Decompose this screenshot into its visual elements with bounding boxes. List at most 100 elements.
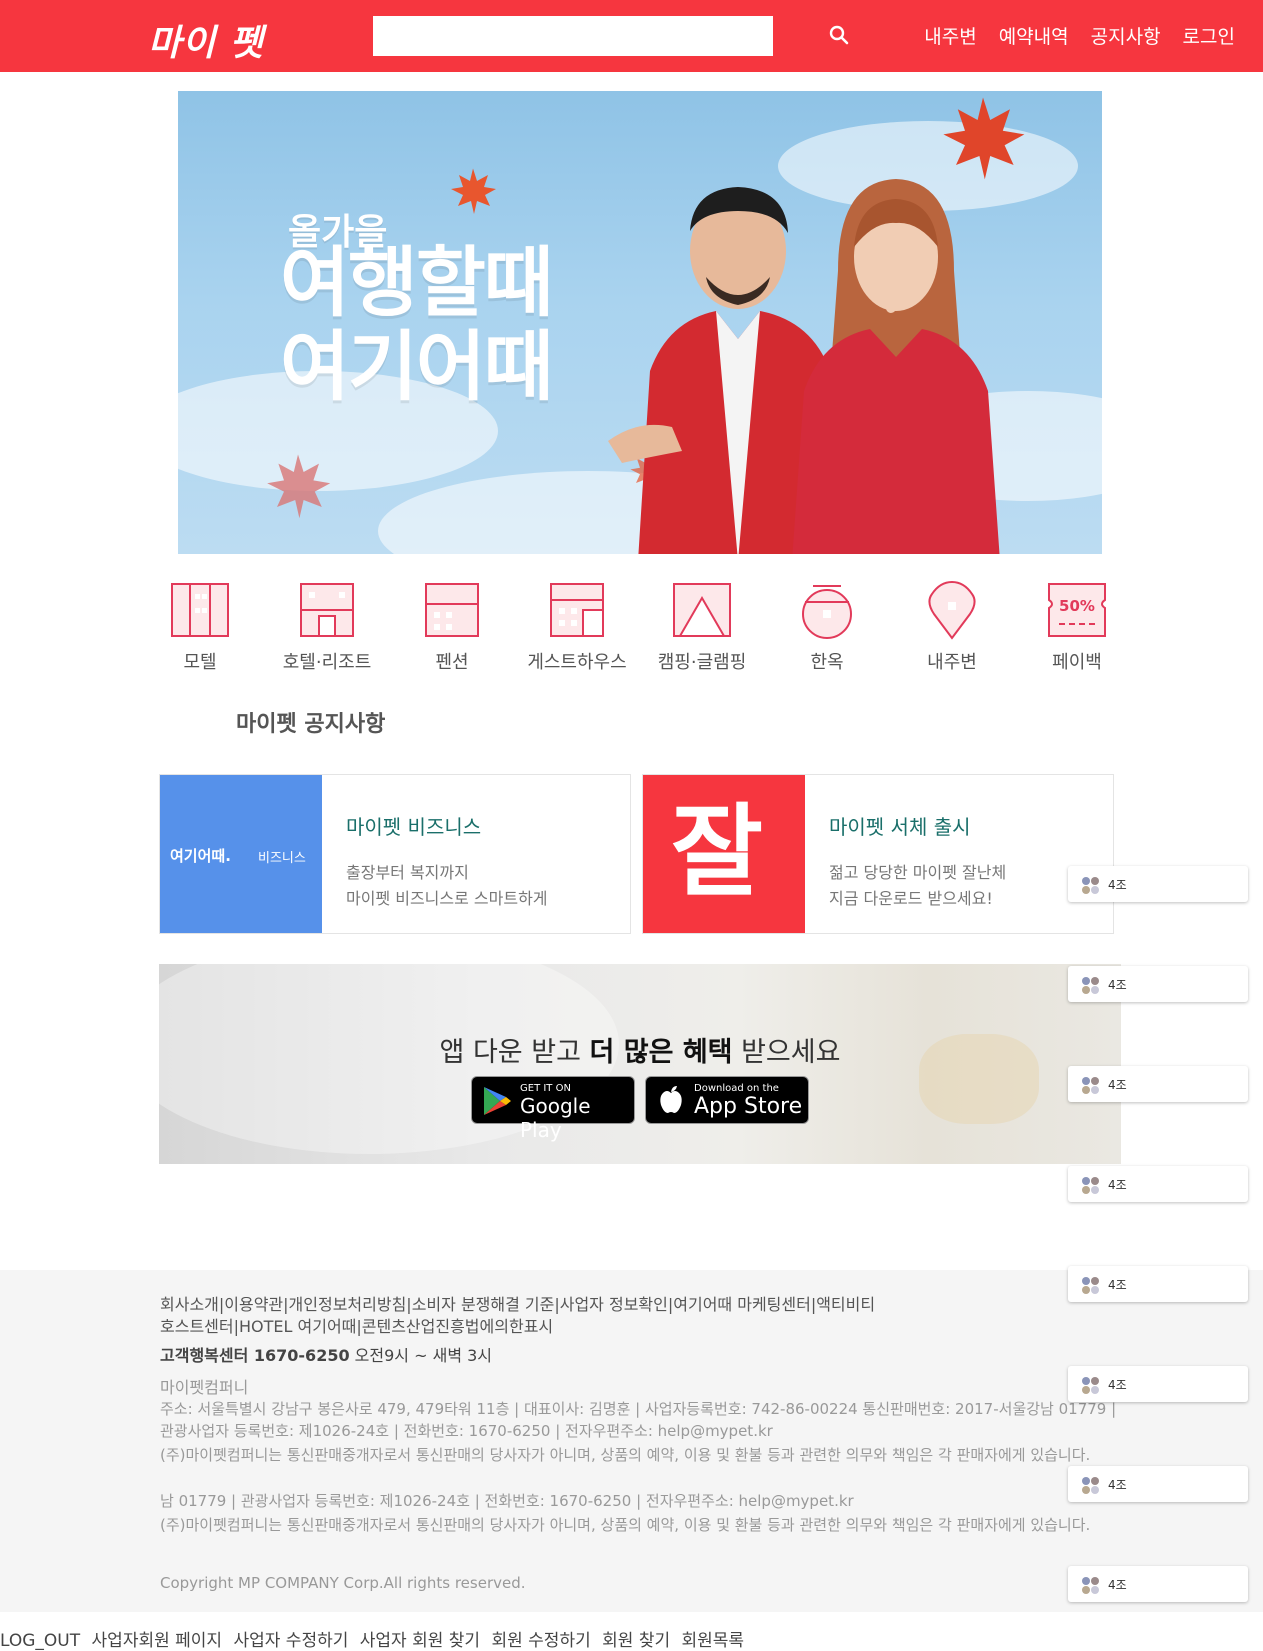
- hotel-icon: [300, 583, 354, 637]
- footer-disclaimer: (주)마이펫컴퍼니는 통신판매중개자로서 통신판매의 당사자가 아니며, 상품의…: [160, 1446, 1091, 1464]
- admin-links-bar: LOG_OUT 사업자회원 페이지 사업자 수정하기 사업자 회원 찾기 회원 …: [0, 1626, 750, 1651]
- site-footer: 회사소개|이용약관|개인정보처리방침|소비자 분쟁해결 기준|사업자 정보확인|…: [0, 1270, 1263, 1612]
- font-sample-char: 잘: [671, 793, 763, 910]
- banner-headline-line1: 여행할때: [280, 238, 554, 327]
- google-play-small: GET IT ON: [520, 1083, 571, 1094]
- team-badge-label: 4조: [1108, 1578, 1127, 1592]
- hanok-icon: [802, 585, 852, 639]
- guesthouse-icon: [550, 583, 604, 637]
- footer-company-name: 마이펫컴퍼니: [160, 1378, 249, 1397]
- admin-link-member-find[interactable]: 회원 찾기: [602, 1631, 670, 1651]
- category-label: 게스트하우스: [527, 652, 627, 673]
- app-store-button[interactable]: Download on the App Store: [645, 1076, 809, 1124]
- app-promo-bold: 더 많은 혜택: [589, 1037, 733, 1068]
- category-nearby[interactable]: 내주변: [890, 580, 1014, 674]
- admin-link-business-edit[interactable]: 사업자 수정하기: [233, 1631, 348, 1651]
- app-store-small: Download on the: [694, 1083, 779, 1094]
- footer-copyright: Copyright MP COMPANY Corp.All rights res…: [160, 1574, 526, 1592]
- footer-customer-center: 고객행복센터 1670-6250 오전9시 ~ 새벽 3시: [160, 1342, 492, 1366]
- card-thumbnail: 잘: [643, 775, 805, 933]
- category-label: 내주변: [927, 652, 977, 673]
- nav-notices[interactable]: 공지사항: [1091, 22, 1161, 49]
- admin-link-business-page[interactable]: 사업자회원 페이지: [92, 1631, 223, 1651]
- google-play-icon: [484, 1087, 511, 1115]
- category-hotel[interactable]: 호텔·리조트: [265, 580, 389, 674]
- team-avatar-icon: [1082, 1277, 1099, 1294]
- card-business[interactable]: 여기어때. 비즈니스 마이펫 비즈니스 출장부터 복지까지 마이펫 비즈니스로 …: [159, 774, 631, 934]
- site-logo[interactable]: 마이 펫: [148, 14, 264, 66]
- category-label: 호텔·리조트: [282, 652, 372, 673]
- category-payback[interactable]: 50% 페이백: [1015, 580, 1139, 674]
- footer-cs-label: 고객행복센터 1670-6250: [160, 1346, 350, 1365]
- card-thumbnail: 여기어때. 비즈니스: [160, 775, 322, 933]
- team-badge-label: 4조: [1108, 1078, 1127, 1092]
- banner-headline-line2: 여기어때: [280, 322, 554, 411]
- apple-icon: [660, 1086, 682, 1113]
- card-desc: 젊고 당당한 마이펫 잘난체: [829, 863, 1007, 882]
- category-label: 캠핑·글램핑: [657, 652, 747, 673]
- category-motel[interactable]: 모텔: [138, 580, 262, 674]
- category-guesthouse[interactable]: 게스트하우스: [515, 580, 639, 674]
- admin-link-logout[interactable]: LOG_OUT: [0, 1631, 80, 1651]
- category-camping[interactable]: 캠핑·글램핑: [640, 580, 764, 674]
- banner-headline: 여행할때 여기어때: [280, 238, 554, 411]
- category-hanok[interactable]: 한옥: [765, 580, 889, 674]
- card-title: 마이펫 비즈니스: [346, 815, 482, 839]
- search-icon[interactable]: [826, 22, 854, 50]
- floating-team-badge[interactable]: 4조: [1068, 1266, 1248, 1302]
- team-badge-label: 4조: [1108, 1278, 1127, 1292]
- category-label: 페이백: [1052, 652, 1102, 673]
- nav-nearby[interactable]: 내주변: [924, 22, 976, 49]
- floating-team-badge[interactable]: 4조: [1068, 1466, 1248, 1502]
- admin-link-business-find[interactable]: 사업자 회원 찾기: [360, 1631, 480, 1651]
- hero-banner[interactable]: 올가을 여행할때 여기어때: [178, 91, 1102, 554]
- floating-team-badge[interactable]: 4조: [1068, 1166, 1248, 1202]
- category-pension[interactable]: 펜션: [390, 580, 514, 674]
- main-nav: 내주변 예약내역 공지사항 로그인: [924, 22, 1235, 49]
- team-avatar-icon: [1082, 977, 1099, 994]
- google-play-button[interactable]: GET IT ON Google Play: [471, 1076, 635, 1142]
- footer-disclaimer-overlap: (주)마이펫컴퍼니는 통신판매중개자로서 통신판매의 당사자가 아니며, 상품의…: [160, 1516, 1091, 1534]
- floating-team-badge[interactable]: 4조: [1068, 1366, 1248, 1402]
- search-input[interactable]: [373, 16, 773, 56]
- team-avatar-icon: [1082, 1577, 1099, 1594]
- team-badge-label: 4조: [1108, 1178, 1127, 1192]
- maple-leaf-icon: [267, 454, 331, 519]
- google-play-big: Google Play: [520, 1094, 591, 1142]
- card-font[interactable]: 잘 마이펫 서체 출시 젊고 당당한 마이펫 잘난체 지금 다운로드 받으세요!: [642, 774, 1114, 934]
- footer-address: 주소: 서울특별시 강남구 봉은사로 479, 479타워 11층 | 대표이사…: [160, 1400, 1117, 1440]
- admin-link-member-list[interactable]: 회원목록: [682, 1631, 745, 1651]
- floating-team-badge[interactable]: 4조: [1068, 866, 1248, 902]
- team-avatar-icon: [1082, 1077, 1099, 1094]
- motel-icon: [171, 583, 229, 637]
- woman-figure: [792, 179, 1000, 554]
- business-logo: 여기어때.: [170, 847, 231, 865]
- card-desc: 지금 다운로드 받으세요!: [829, 889, 993, 908]
- top-header: 마이 펫 내주변 예약내역 공지사항 로그인: [0, 0, 1263, 72]
- footer-address-overlap: 남 01779 | 관광사업자 등록번호: 제1026-24호 | 전화번호: …: [160, 1492, 854, 1510]
- team-avatar-icon: [1082, 1177, 1099, 1194]
- card-title: 마이펫 서체 출시: [829, 815, 971, 839]
- admin-link-member-edit[interactable]: 회원 수정하기: [491, 1631, 590, 1651]
- location-pin-icon: [928, 580, 976, 640]
- app-promo-post: 받으세요: [732, 1037, 841, 1068]
- nav-login[interactable]: 로그인: [1183, 22, 1235, 49]
- floating-team-badge[interactable]: 4조: [1068, 966, 1248, 1002]
- camping-icon: [673, 583, 731, 637]
- team-badge-label: 4조: [1108, 978, 1127, 992]
- nav-reservations[interactable]: 예약내역: [999, 22, 1069, 49]
- card-desc: 마이펫 비즈니스로 스마트하게: [346, 889, 548, 908]
- footer-links[interactable]: 회사소개|이용약관|개인정보처리방침|소비자 분쟁해결 기준|사업자 정보확인|…: [160, 1294, 880, 1338]
- footer-cs-hours: 오전9시 ~ 새벽 3시: [349, 1346, 493, 1365]
- floating-team-badge[interactable]: 4조: [1068, 1066, 1248, 1102]
- team-avatar-icon: [1082, 1377, 1099, 1394]
- category-label: 한옥: [810, 652, 844, 673]
- floating-team-badge[interactable]: 4조: [1068, 1566, 1248, 1602]
- team-badge-label: 4조: [1108, 1378, 1127, 1392]
- payback-percent-text: 50%: [1059, 597, 1095, 615]
- category-label: 모텔: [183, 652, 217, 673]
- card-desc: 출장부터 복지까지: [346, 863, 469, 882]
- team-badge-label: 4조: [1108, 1478, 1127, 1492]
- app-store-big: App Store: [694, 1094, 803, 1119]
- app-download-banner: 앱 다운 받고 더 많은 혜택 받으세요 GET IT ON Google Pl…: [159, 964, 1121, 1164]
